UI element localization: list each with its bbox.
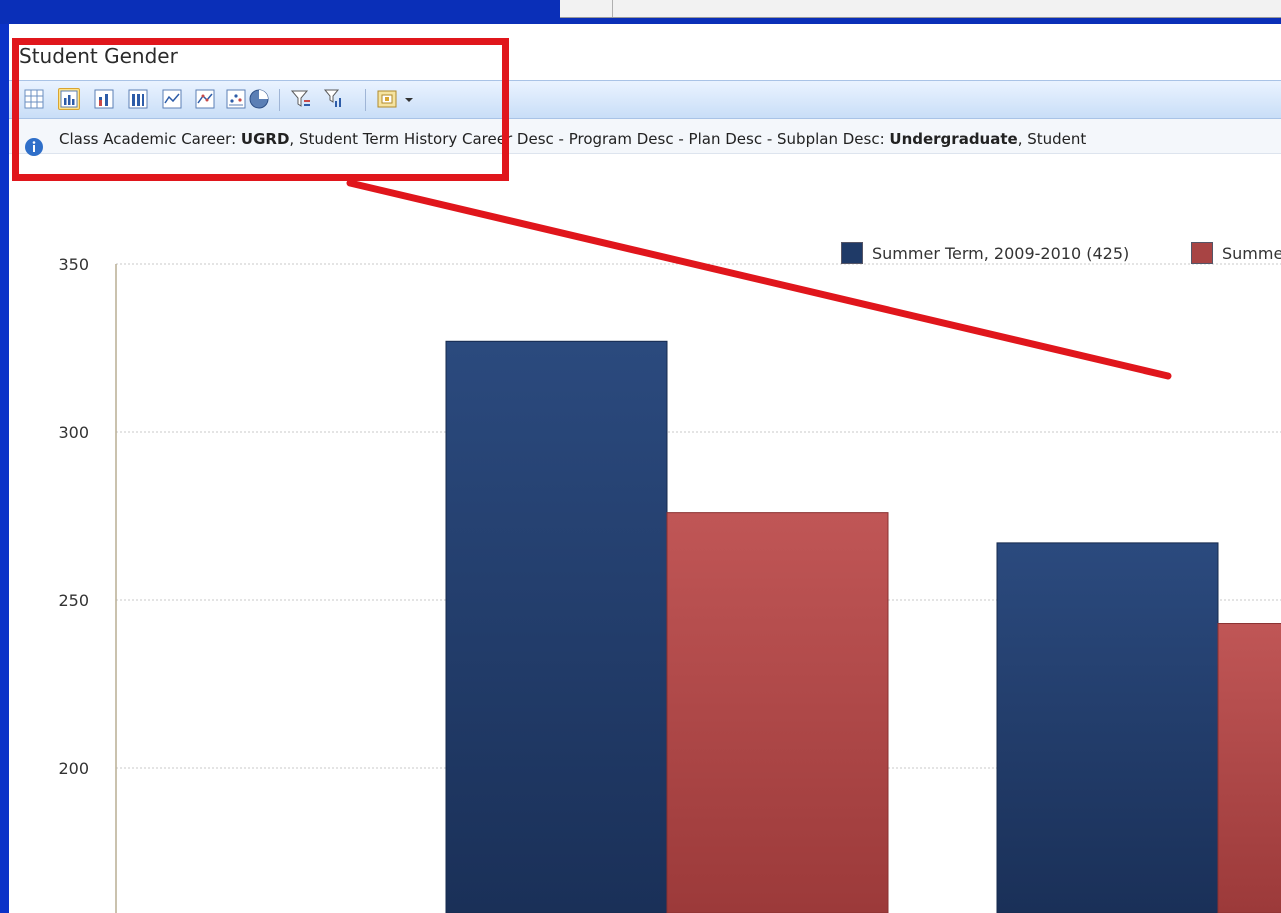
annotation-highlight-box [12, 38, 509, 181]
